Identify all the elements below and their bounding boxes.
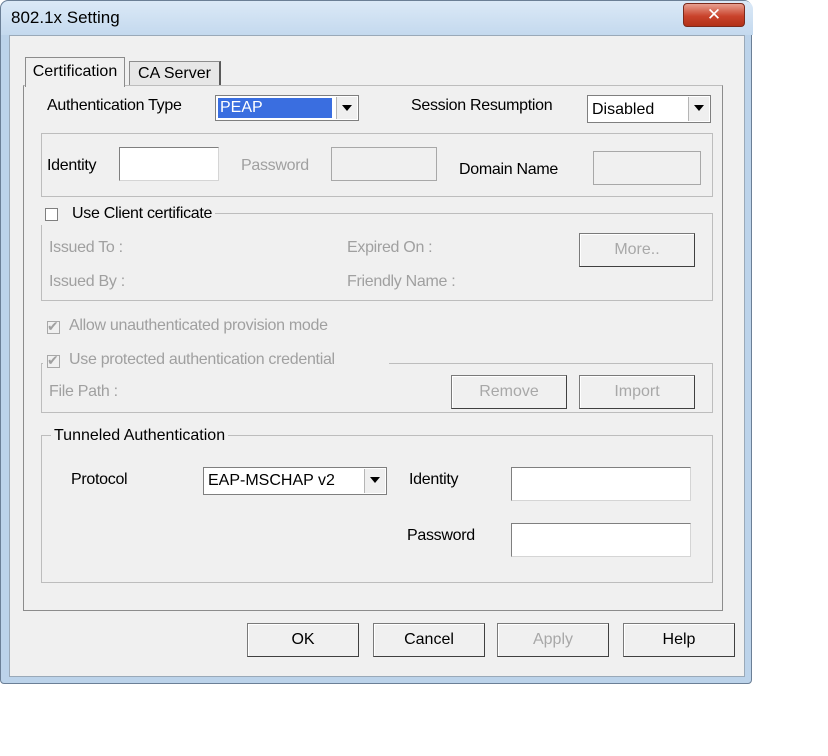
use-client-certificate-label: Use Client certificate (72, 205, 213, 222)
apply-button[interactable]: Apply (497, 623, 609, 657)
remove-button[interactable]: Remove (451, 375, 567, 409)
tab-certification[interactable]: Certification (25, 57, 125, 87)
protected-credential-legend: ✔ Use protected authentication credentia… (43, 351, 389, 373)
import-button[interactable]: Import (579, 375, 695, 409)
cancel-button[interactable]: Cancel (373, 623, 485, 657)
authentication-type-value: PEAP (218, 98, 332, 118)
chevron-down-icon[interactable] (364, 469, 385, 493)
checkmark-icon: ✔ (47, 352, 59, 368)
expired-on-label: Expired On : (347, 239, 433, 256)
issued-to-label: Issued To : (49, 239, 123, 256)
client-certificate-legend: Use Client certificate (39, 205, 216, 225)
file-path-label: File Path : (49, 383, 118, 400)
tab-ca-server-label: CA Server (138, 65, 211, 82)
allow-provision-checkbox[interactable]: ✔ (47, 318, 60, 334)
window-title: 802.1x Setting (11, 8, 120, 27)
password-label: Password (241, 157, 309, 174)
chevron-down-icon[interactable] (336, 97, 357, 119)
identity-label: Identity (47, 157, 97, 174)
ok-button[interactable]: OK (247, 623, 359, 657)
allow-provision-label: Allow unauthenticated provision mode (69, 317, 328, 334)
protocol-label: Protocol (71, 471, 128, 488)
authentication-type-label: Authentication Type (47, 97, 182, 114)
checkmark-icon: ✔ (47, 318, 59, 334)
dialog-window: 802.1x Setting ✕ Certification CA Server… (0, 0, 753, 684)
more-button[interactable]: More.. (579, 233, 695, 267)
session-resumption-select[interactable]: Disabled (587, 95, 711, 123)
use-client-certificate-checkbox[interactable] (45, 208, 58, 221)
tab-certification-label: Certification (32, 63, 118, 80)
protocol-value: EAP-MSCHAP v2 (208, 472, 335, 489)
authentication-type-select[interactable]: PEAP (215, 95, 359, 121)
tab-ca-server[interactable]: CA Server (129, 61, 221, 87)
friendly-name-label: Friendly Name : (347, 273, 456, 290)
tunneled-password-input[interactable] (511, 523, 691, 557)
use-protected-credential-label: Use protected authentication credential (69, 351, 335, 368)
password-input[interactable] (331, 147, 437, 181)
domain-name-label: Domain Name (459, 161, 558, 178)
use-protected-credential-checkbox[interactable]: ✔ (47, 352, 60, 368)
identity-input[interactable] (119, 147, 219, 181)
title-bar[interactable]: 802.1x Setting ✕ (1, 1, 753, 35)
help-button[interactable]: Help (623, 623, 735, 657)
issued-by-label: Issued By : (49, 273, 125, 290)
protocol-select[interactable]: EAP-MSCHAP v2 (203, 467, 387, 495)
tunneled-authentication-group (41, 435, 713, 583)
session-resumption-value: Disabled (592, 101, 655, 118)
close-button[interactable]: ✕ (683, 3, 745, 27)
tunneled-identity-label: Identity (409, 471, 459, 488)
domain-name-input[interactable] (593, 151, 701, 185)
tunneled-authentication-legend: Tunneled Authentication (51, 427, 229, 445)
session-resumption-label: Session Resumption (411, 97, 553, 114)
close-icon: ✕ (706, 5, 722, 24)
tunneled-identity-input[interactable] (511, 467, 691, 501)
tunneled-password-label: Password (407, 527, 475, 544)
chevron-down-icon[interactable] (688, 97, 709, 121)
